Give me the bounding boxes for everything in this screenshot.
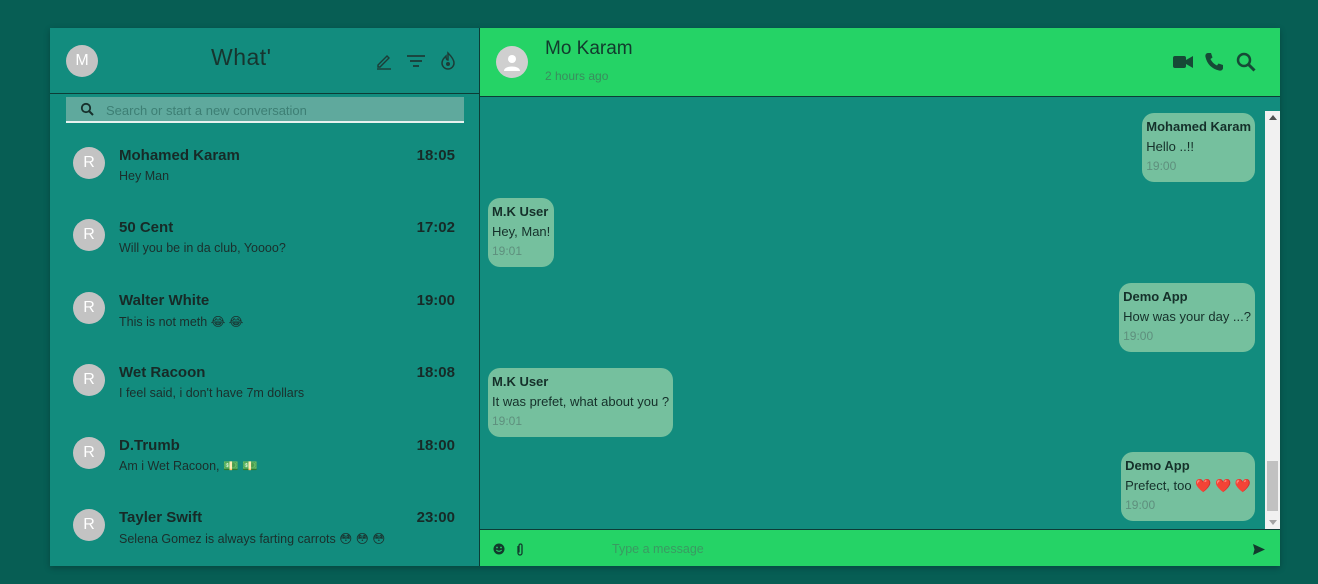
message-sender: M.K User (492, 204, 549, 219)
chat-list-item[interactable]: R Tayler Swift 23:00 Selena Gomez is alw… (50, 494, 479, 566)
scroll-up-arrow-icon[interactable] (1269, 115, 1277, 120)
search-bar (50, 93, 479, 131)
message-list: Mohamed Karam Hello ..!! 19:00 M.K User … (480, 97, 1280, 529)
send-icon[interactable] (1252, 542, 1266, 556)
message-sender: Demo App (1125, 458, 1190, 473)
app-window: M What' R Mohamed Karam (50, 28, 1280, 566)
edit-icon[interactable] (373, 50, 395, 72)
chat-time: 17:02 (416, 219, 455, 237)
chat-list: R Mohamed Karam 18:05 Hey Man R 50 Cent … (50, 132, 479, 566)
message-text: How was your day ...? (1123, 309, 1251, 324)
chat-list-item[interactable]: R Walter White 19:00 This is not meth 😂 … (50, 277, 479, 349)
sidebar-header: M What' (50, 28, 479, 94)
scroll-down-arrow-icon[interactable] (1269, 520, 1277, 525)
chat-list-item[interactable]: R Mohamed Karam 18:05 Hey Man (50, 132, 479, 204)
phone-icon[interactable] (1202, 51, 1226, 73)
conversation-pane: Mo Karam 2 hours ago Mohamed Karam Hello… (480, 28, 1280, 566)
message-time: 19:01 (492, 414, 523, 428)
chat-time: 23:00 (416, 508, 455, 526)
chat-list-item[interactable]: R Wet Racoon 18:08 I feel said, i don't … (50, 349, 479, 421)
chat-time: 18:00 (416, 436, 455, 454)
sidebar: M What' R Mohamed Karam (50, 28, 480, 566)
status-icon[interactable] (437, 50, 459, 72)
person-icon (504, 55, 520, 71)
message-text: It was prefet, what about you ? (492, 394, 670, 409)
message-text: Prefect, too ❤️ ❤️ ❤️ (1125, 478, 1251, 493)
message-bubble-outgoing: Demo App Prefect, too ❤️ ❤️ ❤️ 19:00 (1121, 452, 1255, 521)
message-input[interactable] (610, 537, 1174, 561)
chat-time: 19:00 (416, 291, 455, 309)
chat-last-message: Hey Man (119, 169, 170, 183)
app-title: What' (211, 44, 272, 70)
chat-name: 50 Cent (119, 219, 174, 237)
chat-last-message: Will you be in da club, Yoooo? (119, 241, 286, 256)
chat-name: Walter White (119, 291, 210, 309)
chat-last-message: Am i Wet Racoon, 💵 💵 (119, 458, 258, 473)
chat-time: 18:08 (416, 364, 455, 382)
message-time: 19:01 (492, 244, 523, 258)
chat-last-message: This is not meth 😂 😂 (119, 314, 244, 329)
message-bubble-outgoing: Demo App How was your day ...? 19:00 (1119, 283, 1255, 352)
avatar: R (73, 219, 105, 252)
filter-icon[interactable] (405, 50, 427, 72)
message-text: Hello ..!! (1146, 139, 1194, 154)
message-sender: Demo App (1123, 289, 1188, 304)
message-time: 19:00 (1123, 329, 1154, 343)
chat-last-message: Selena Gomez is always farting carrots 😳… (119, 531, 386, 546)
chat-time: 18:05 (416, 147, 455, 164)
message-sender: M.K User (492, 374, 549, 389)
message-sender: Mohamed Karam (1146, 119, 1251, 134)
contact-avatar[interactable] (496, 46, 528, 78)
chat-header: Mo Karam 2 hours ago (480, 28, 1280, 97)
chat-list-item[interactable]: R D.Trumb 18:00 Am i Wet Racoon, 💵 💵 (50, 422, 479, 494)
message-composer (480, 529, 1280, 566)
search-icon (80, 102, 94, 121)
contact-name: Mo Karam (545, 38, 633, 59)
contact-status: 2 hours ago (545, 69, 609, 83)
chat-name: Tayler Swift (119, 508, 203, 526)
scrollbar-thumb[interactable] (1267, 461, 1278, 511)
message-scrollbar[interactable] (1265, 111, 1280, 530)
avatar: R (73, 436, 105, 469)
message-time: 19:00 (1125, 498, 1156, 512)
attach-icon[interactable] (513, 542, 527, 556)
message-bubble-incoming: M.K User It was prefet, what about you ?… (488, 368, 674, 437)
avatar: R (73, 508, 105, 541)
message-bubble-outgoing: Mohamed Karam Hello ..!! 19:00 (1142, 113, 1255, 182)
avatar: R (73, 291, 105, 324)
chat-name: D.Trumb (119, 436, 180, 454)
search-icon[interactable] (1234, 51, 1258, 73)
chat-name: Wet Racoon (119, 364, 206, 382)
user-avatar[interactable]: M (66, 45, 98, 77)
avatar: R (73, 147, 105, 179)
emoji-icon[interactable] (492, 542, 506, 556)
avatar: R (73, 364, 105, 397)
chat-name: Mohamed Karam (119, 147, 240, 164)
search-input[interactable] (104, 97, 458, 123)
search-field[interactable] (66, 97, 464, 123)
chat-list-item[interactable]: R 50 Cent 17:02 Will you be in da club, … (50, 204, 479, 276)
message-time: 19:00 (1146, 159, 1177, 173)
video-call-icon[interactable] (1171, 51, 1195, 73)
chat-last-message: I feel said, i don't have 7m dollars (119, 386, 305, 401)
message-text: Hey, Man! (492, 224, 551, 239)
message-bubble-incoming: M.K User Hey, Man! 19:01 (488, 198, 555, 267)
